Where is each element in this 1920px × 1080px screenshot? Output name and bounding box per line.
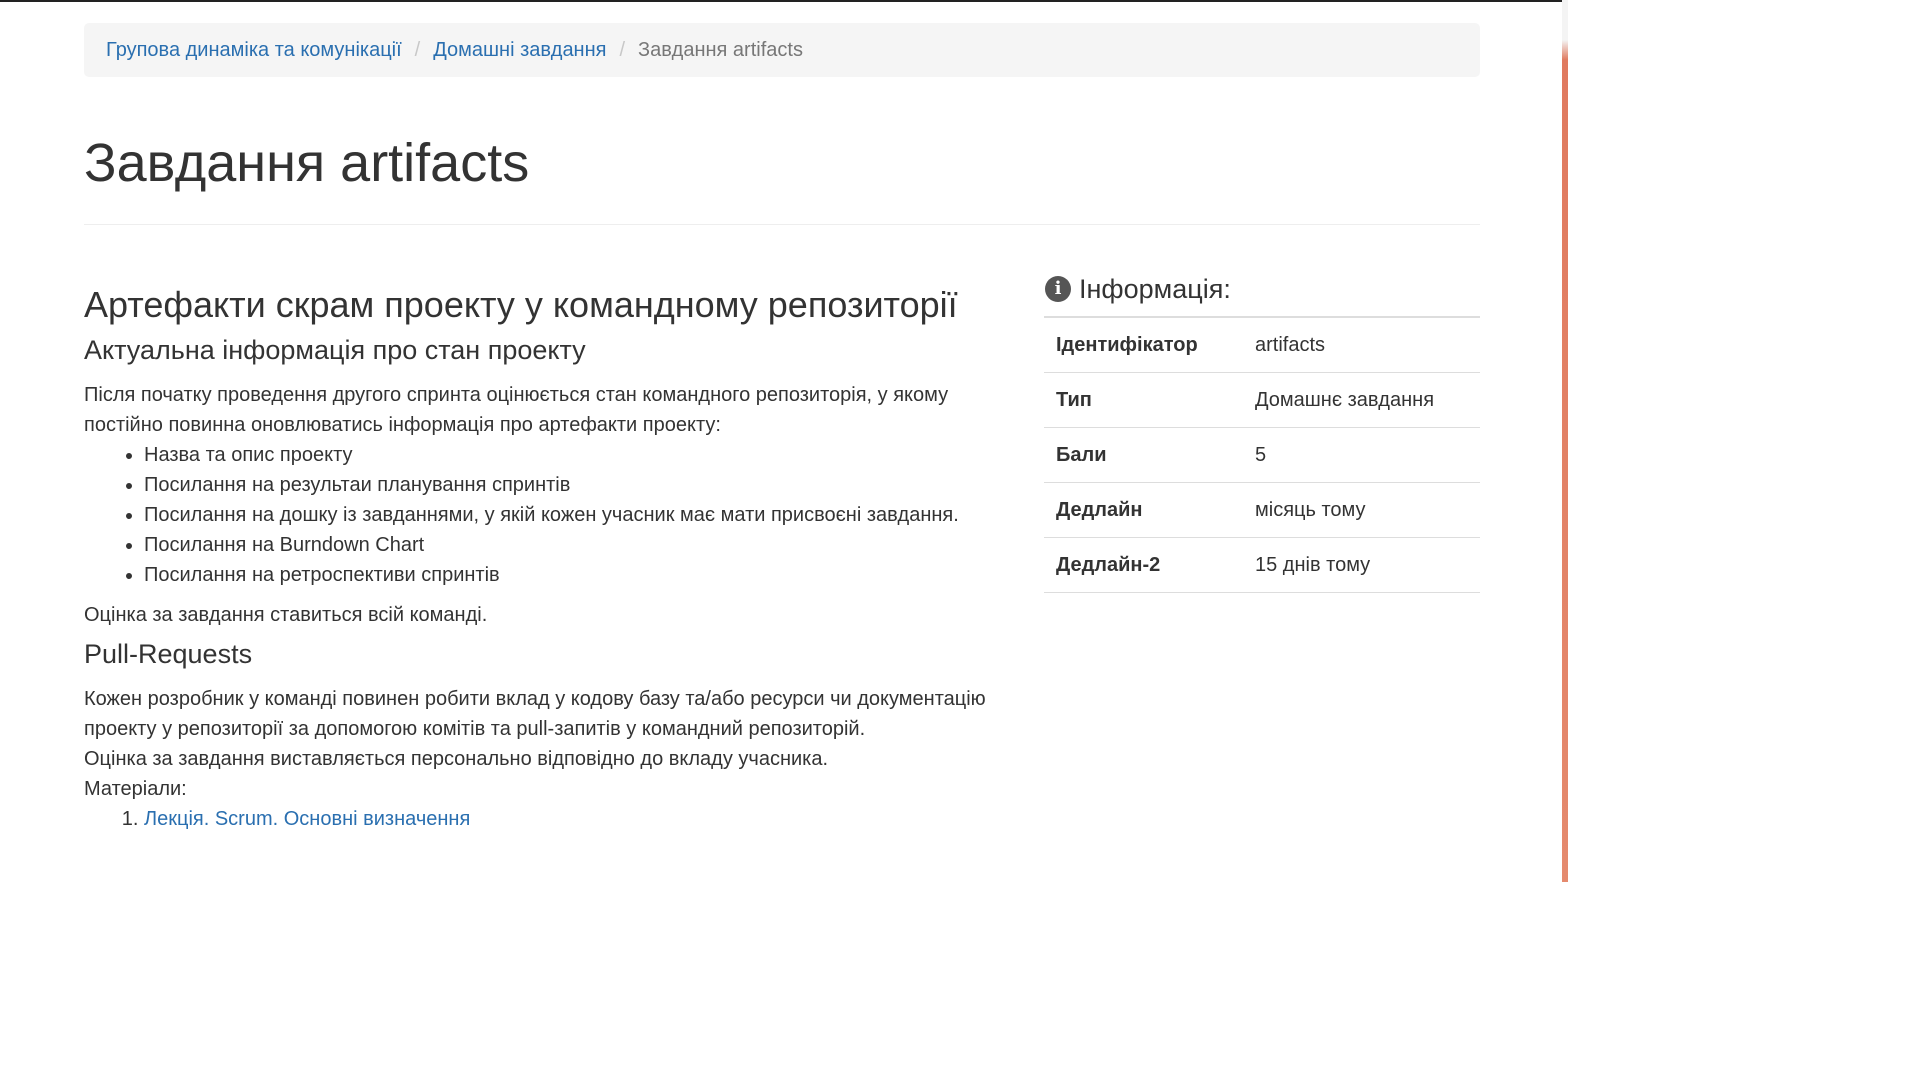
info-value: 15 днів тому bbox=[1243, 537, 1480, 593]
info-key: Дедлайн-2 bbox=[1044, 537, 1243, 593]
team-grade-note: Оцінка за завдання ставиться всій команд… bbox=[84, 604, 488, 626]
breadcrumb-current: Завдання artifacts bbox=[638, 39, 803, 61]
info-value: Домашнє завдання bbox=[1243, 372, 1480, 428]
breadcrumb-separator: / bbox=[414, 39, 421, 61]
list-item: Лекція. Scrum. Основні визначення bbox=[144, 804, 1004, 834]
table-row: Дедлайн-2 15 днів тому bbox=[1044, 537, 1480, 593]
materials-label: Матеріали: bbox=[84, 778, 187, 800]
info-circle-icon: i bbox=[1045, 276, 1071, 302]
main-content: Артефакти скрам проекту у командному реп… bbox=[84, 280, 1004, 834]
content-heading: Артефакти скрам проекту у командному реп… bbox=[84, 284, 958, 325]
breadcrumb: Групова динаміка та комунікації / Домашн… bbox=[84, 23, 1480, 77]
info-key: Тип bbox=[1044, 372, 1243, 428]
list-item: Назва та опис проекту bbox=[144, 440, 1004, 470]
info-value: місяць тому bbox=[1243, 482, 1480, 538]
info-value: 5 bbox=[1243, 427, 1480, 483]
table-row: Тип Домашнє завдання bbox=[1044, 372, 1480, 428]
breadcrumb-link-homework[interactable]: Домашні завдання bbox=[433, 35, 606, 65]
page-title: Завдання artifacts bbox=[84, 133, 530, 193]
scrollbar[interactable] bbox=[1562, 0, 1568, 882]
breadcrumb-separator: / bbox=[619, 39, 626, 61]
info-table: Ідентифікатор artifacts Тип Домашнє завд… bbox=[1044, 318, 1480, 593]
info-key: Бали bbox=[1044, 427, 1243, 483]
section-intro: Після початку проведення другого спринта… bbox=[84, 384, 949, 436]
artifact-list: Назва та опис проекту Посилання на резул… bbox=[84, 440, 1004, 590]
section-title-pull-requests: Pull-Requests bbox=[84, 639, 253, 669]
breadcrumb-link-course[interactable]: Групова динаміка та комунікації bbox=[106, 35, 402, 65]
window-top-border bbox=[0, 0, 1568, 2]
table-row: Бали 5 bbox=[1044, 427, 1480, 483]
pull-requests-text: Кожен розробник у команді повинен робити… bbox=[84, 688, 986, 740]
info-sidebar: i Інформація: Ідентифікатор artifacts Ти… bbox=[1044, 262, 1480, 593]
list-item: Посилання на результаи планування спринт… bbox=[144, 470, 1004, 500]
sidebar-title: Інформація: bbox=[1079, 274, 1231, 304]
table-row: Ідентифікатор artifacts bbox=[1044, 318, 1480, 373]
personal-grade-note: Оцінка за завдання виставляється персона… bbox=[84, 748, 829, 770]
section-title-status: Актуальна інформація про стан проекту bbox=[84, 335, 586, 365]
list-item: Посилання на ретроспективи спринтів bbox=[144, 560, 1004, 590]
list-item: Посилання на дошку із завданнями, у якій… bbox=[144, 500, 1004, 530]
material-link[interactable]: Лекція. Scrum. Основні визначення bbox=[144, 808, 470, 830]
title-divider bbox=[84, 224, 1480, 225]
table-row: Дедлайн місяць тому bbox=[1044, 482, 1480, 538]
info-key: Дедлайн bbox=[1044, 482, 1243, 538]
materials-list: Лекція. Scrum. Основні визначення bbox=[84, 804, 1004, 834]
info-value: artifacts bbox=[1243, 318, 1480, 373]
sidebar-header: i Інформація: bbox=[1044, 262, 1480, 318]
list-item: Посилання на Burndown Chart bbox=[144, 530, 1004, 560]
info-key: Ідентифікатор bbox=[1044, 318, 1243, 373]
